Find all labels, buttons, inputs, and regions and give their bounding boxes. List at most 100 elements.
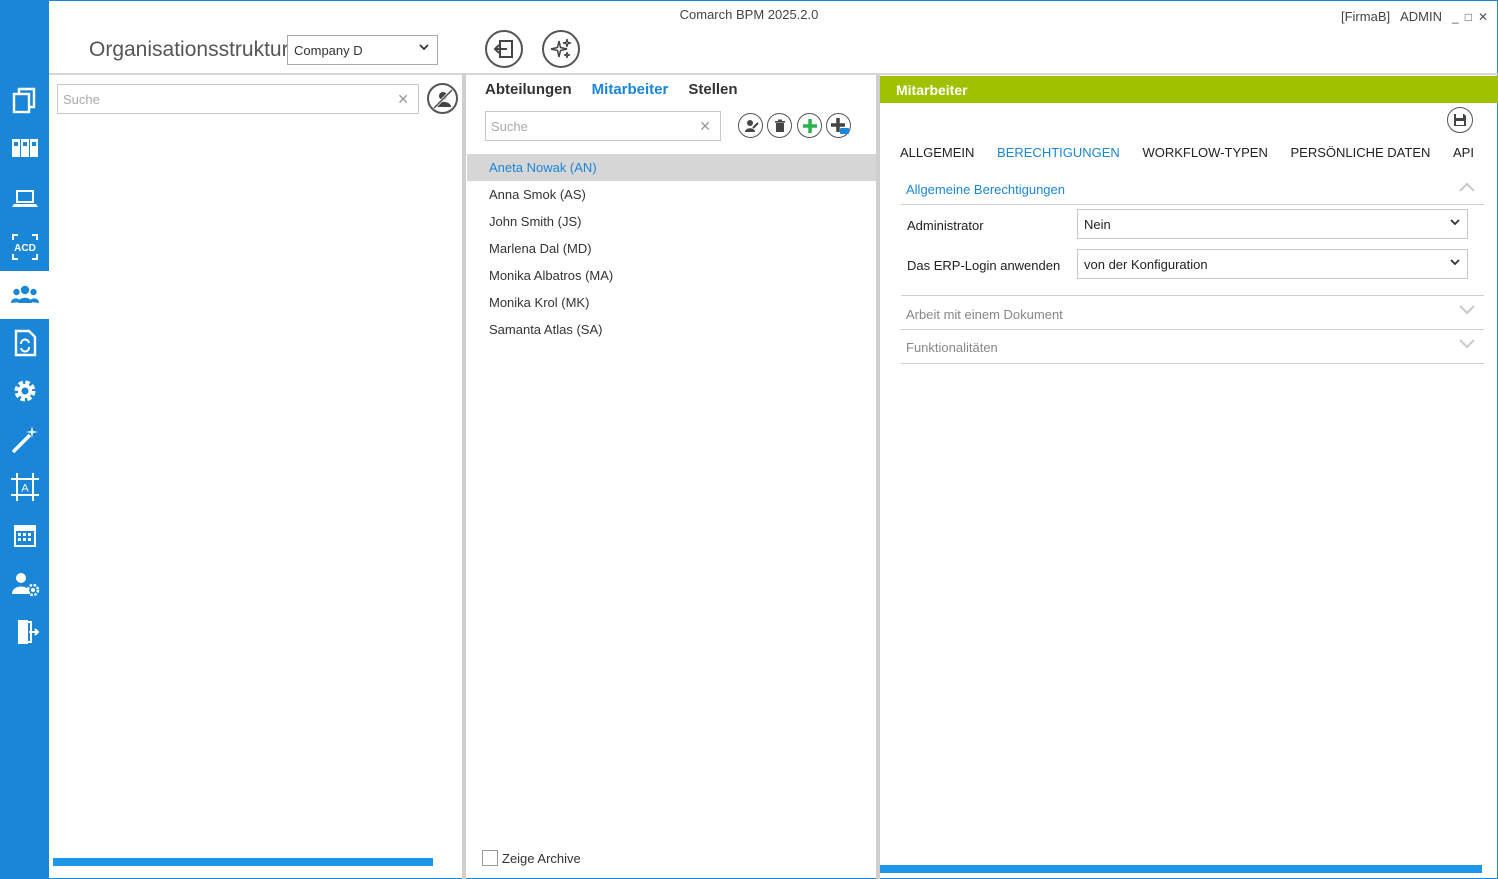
chevron-up-icon: [1458, 181, 1476, 196]
erp-login-select[interactable]: von der Konfiguration: [1077, 249, 1468, 279]
section-general-permissions[interactable]: Allgemeine Berechtigungen: [901, 174, 1484, 205]
plus-icon: [802, 118, 817, 133]
administrator-select[interactable]: Nein: [1077, 209, 1468, 239]
right-scrollbar[interactable]: [880, 865, 1482, 873]
save-button[interactable]: [1447, 107, 1473, 133]
company-select-value: Company D: [294, 43, 363, 58]
trash-icon: [774, 119, 785, 132]
document-sync-icon: [14, 329, 36, 357]
gear-icon: [14, 380, 35, 402]
chevron-down-icon: [419, 42, 429, 55]
svg-text:A: A: [21, 483, 29, 495]
laptop-icon: [11, 190, 38, 207]
section-general-title: Allgemeine Berechtigungen: [906, 182, 1065, 197]
maximize-button[interactable]: □: [1465, 10, 1472, 24]
detail-tabs: ALLGEMEIN BERECHTIGUNGEN WORKFLOW-TYPEN …: [900, 145, 1474, 160]
nav-form-designer[interactable]: A: [0, 463, 49, 511]
nav-organisation[interactable]: [0, 271, 49, 319]
delete-employee-button[interactable]: [767, 113, 792, 138]
right-splitter[interactable]: [876, 75, 880, 879]
tab-api[interactable]: API: [1453, 145, 1474, 160]
tab-persoenliche-daten[interactable]: PERSÖNLICHE DATEN: [1290, 145, 1430, 160]
svg-text:ACD: ACD: [14, 243, 36, 254]
employee-list-item[interactable]: Monika Albatros (MA): [467, 262, 877, 289]
user-settings-icon: [11, 573, 39, 597]
edit-employee-button[interactable]: [738, 113, 763, 138]
tab-berechtigungen[interactable]: BERECHTIGUNGEN: [997, 145, 1120, 160]
window-controls: [FirmaB] ADMIN _ □ ✕: [1341, 9, 1488, 24]
nav-exit[interactable]: [0, 608, 49, 656]
clear-search-icon[interactable]: ✕: [397, 91, 409, 108]
import-button[interactable]: [485, 30, 523, 68]
save-icon: [1454, 114, 1466, 126]
current-user[interactable]: ADMIN: [1400, 9, 1442, 24]
page-title: Organisationsstruktur: [89, 38, 289, 61]
frame-a-icon: A: [10, 473, 39, 501]
nav-documents[interactable]: [0, 76, 49, 124]
tab-allgemein[interactable]: ALLGEMEIN: [900, 145, 974, 160]
add-employee-button[interactable]: [797, 113, 822, 138]
company-select[interactable]: Company D: [287, 35, 438, 65]
erp-login-label: Das ERP-Login anwenden: [907, 258, 1061, 273]
import-icon: [493, 40, 513, 58]
user-filter-button[interactable]: [427, 83, 458, 114]
search-placeholder: Suche: [491, 119, 528, 134]
structure-search-input[interactable]: Suche ✕: [57, 84, 419, 114]
administrator-label: Administrator: [907, 218, 984, 233]
nav-wizard[interactable]: [0, 415, 49, 463]
chevron-down-icon: [1458, 337, 1476, 352]
sparkle-button[interactable]: [542, 30, 580, 68]
main-navigation: ACD A: [0, 0, 49, 879]
employee-list-item[interactable]: Aneta Nowak (AN): [467, 154, 877, 181]
employee-list-item[interactable]: Anna Smok (AS): [467, 181, 877, 208]
user-edit-icon: [744, 119, 759, 132]
employee-list-item[interactable]: John Smith (JS): [467, 208, 877, 235]
chevron-down-icon: [1450, 217, 1460, 230]
tab-mitarbeiter[interactable]: Mitarbeiter: [592, 81, 669, 98]
show-archive-toggle[interactable]: Zeige Archive: [482, 850, 581, 866]
clear-search-icon[interactable]: ✕: [699, 118, 711, 135]
chevron-down-icon: [1450, 257, 1460, 270]
employee-search-input[interactable]: Suche ✕: [485, 111, 721, 141]
tab-stellen[interactable]: Stellen: [688, 81, 737, 98]
nav-acd[interactable]: ACD: [0, 223, 49, 271]
user-slash-icon: [432, 88, 453, 109]
nav-laptop[interactable]: [0, 174, 49, 222]
left-scrollbar[interactable]: [53, 858, 433, 866]
exit-door-icon: [17, 620, 39, 644]
nav-binders[interactable]: [0, 124, 49, 172]
administrator-value: Nein: [1084, 217, 1111, 232]
add-erp-employee-button[interactable]: [826, 113, 851, 138]
tab-workflow-typen[interactable]: WORKFLOW-TYPEN: [1142, 145, 1267, 160]
header-divider: [49, 73, 1498, 75]
users-group-icon: [10, 285, 39, 303]
left-splitter[interactable]: [462, 75, 466, 879]
chevron-down-icon: [1458, 303, 1476, 318]
documents-icon: [12, 87, 35, 114]
archive-checkbox[interactable]: [482, 850, 498, 866]
employee-list-item[interactable]: Samanta Atlas (SA): [467, 316, 877, 343]
close-button[interactable]: ✕: [1478, 10, 1488, 24]
window-title: Comarch BPM 2025.2.0: [679, 7, 819, 22]
search-placeholder: Suche: [63, 92, 100, 107]
employee-list: Aneta Nowak (AN) Anna Smok (AS) John Smith…: [467, 154, 877, 343]
employee-list-item[interactable]: Marlena Dal (MD): [467, 235, 877, 262]
binders-icon: [11, 139, 38, 157]
tab-abteilungen[interactable]: Abteilungen: [485, 81, 572, 98]
section-functionalities[interactable]: Funktionalitäten: [901, 330, 1484, 364]
nav-user-settings[interactable]: [0, 560, 49, 608]
section-document-work[interactable]: Arbeit mit einem Dokument: [901, 295, 1484, 330]
archive-label: Zeige Archive: [502, 850, 581, 866]
calendar-icon: [13, 525, 36, 547]
nav-calendar[interactable]: [0, 512, 49, 560]
middle-tabs: Abteilungen Mitarbeiter Stellen: [485, 81, 738, 98]
sparkle-icon: [550, 38, 572, 59]
section-functions-title: Funktionalitäten: [906, 340, 998, 355]
nav-settings[interactable]: [0, 367, 49, 415]
employee-list-item[interactable]: Monika Krol (MK): [467, 289, 877, 316]
minimize-button[interactable]: _: [1452, 10, 1459, 24]
erp-login-value: von der Konfiguration: [1084, 257, 1208, 272]
nav-document-sync[interactable]: [0, 319, 49, 367]
acd-icon: ACD: [11, 234, 38, 260]
detail-header: Mitarbeiter: [880, 76, 1498, 103]
